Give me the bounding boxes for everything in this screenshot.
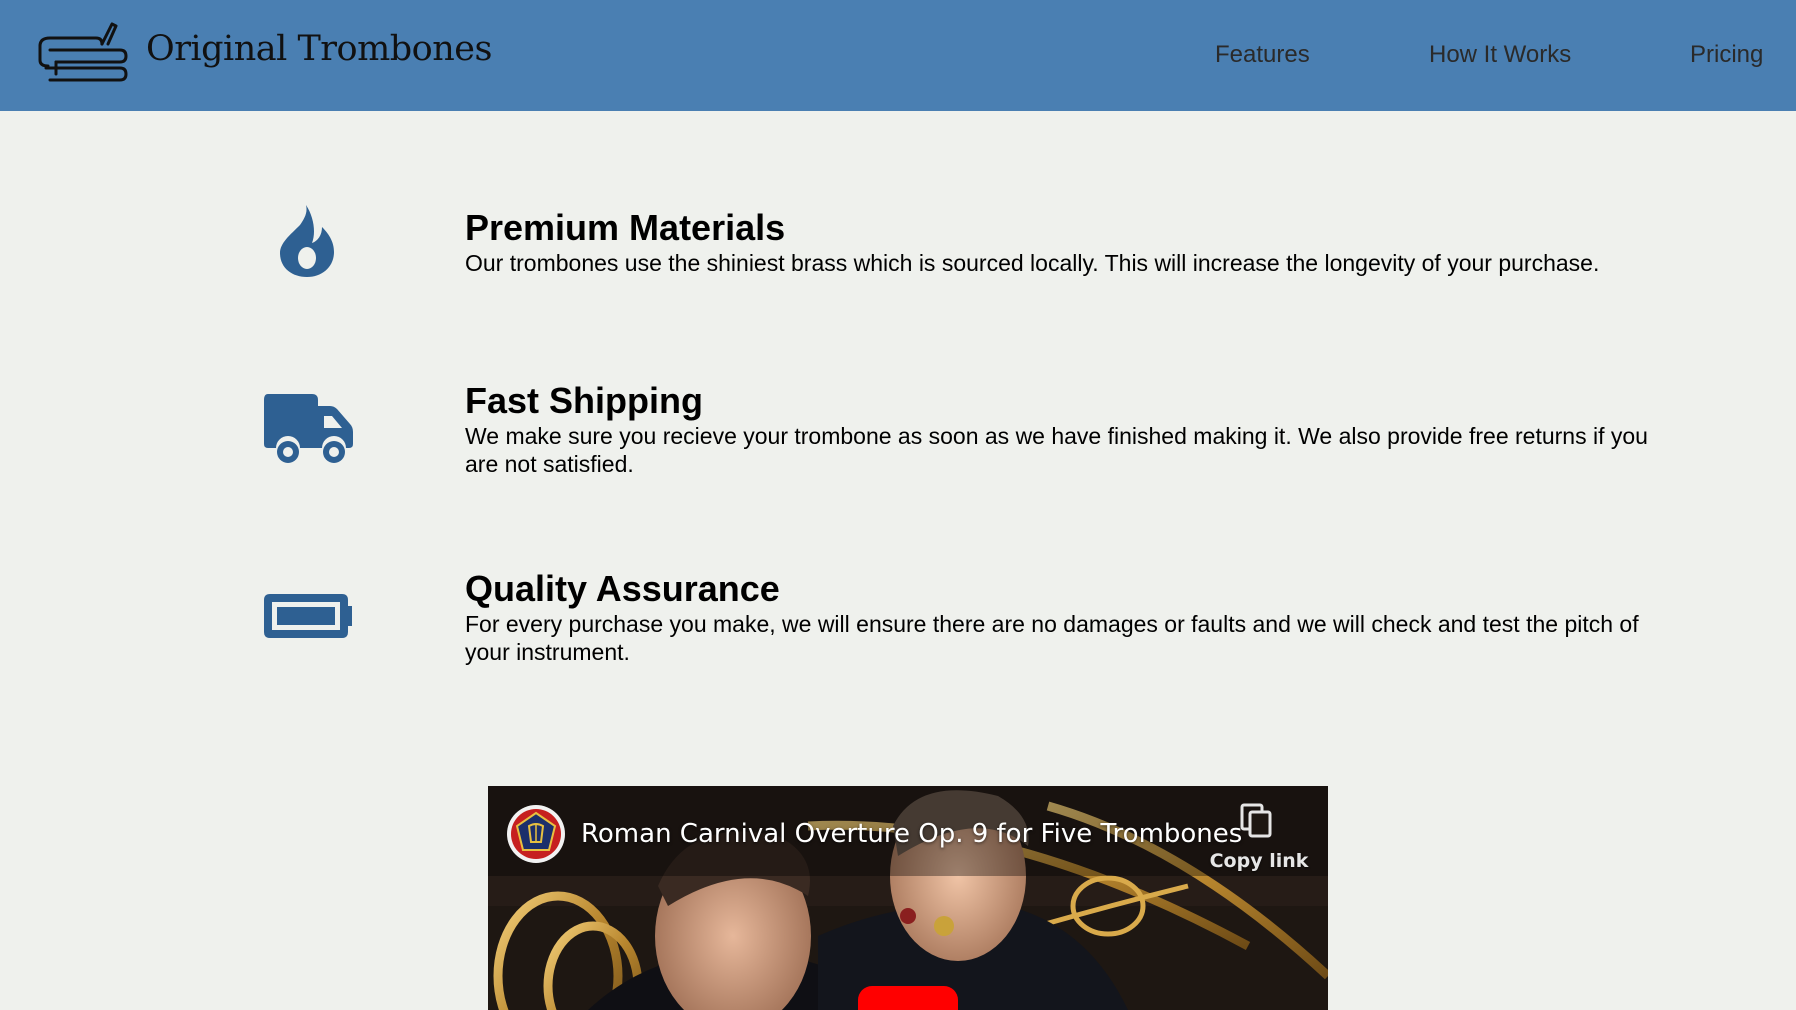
truck-icon bbox=[264, 394, 353, 463]
feature-desc-premium-materials: Our trombones use the shiniest brass whi… bbox=[465, 250, 1600, 276]
feature-desc-fast-shipping: We make sure you recieve your trombone a… bbox=[465, 423, 1648, 477]
copy-link-label: Copy link bbox=[1209, 850, 1309, 872]
channel-avatar[interactable] bbox=[506, 804, 566, 864]
trombone-icon[interactable] bbox=[36, 20, 128, 82]
nav-link-features[interactable]: Features bbox=[1215, 41, 1310, 69]
feature-title-premium-materials: Premium Materials bbox=[465, 207, 786, 248]
video-title[interactable]: Roman Carnival Overture Op. 9 for Five T… bbox=[581, 819, 1242, 849]
video-embed[interactable]: Roman Carnival Overture Op. 9 for Five T… bbox=[488, 786, 1328, 1010]
battery-full-icon bbox=[264, 594, 352, 638]
brand-name[interactable]: Original Trombones bbox=[146, 29, 492, 69]
copy-icon bbox=[1240, 803, 1272, 838]
feature-title-fast-shipping: Fast Shipping bbox=[465, 380, 703, 421]
play-button[interactable] bbox=[858, 986, 958, 1010]
nav-link-how-it-works[interactable]: How It Works bbox=[1429, 41, 1571, 69]
fire-icon bbox=[280, 205, 334, 277]
feature-desc-quality-assurance: For every purchase you make, we will ens… bbox=[465, 611, 1639, 665]
feature-title-quality-assurance: Quality Assurance bbox=[465, 568, 780, 609]
site-header: Original Trombones Features How It Works… bbox=[0, 0, 1796, 111]
nav-link-pricing[interactable]: Pricing bbox=[1690, 41, 1763, 69]
copy-link-button[interactable]: Copy link bbox=[1204, 786, 1314, 886]
